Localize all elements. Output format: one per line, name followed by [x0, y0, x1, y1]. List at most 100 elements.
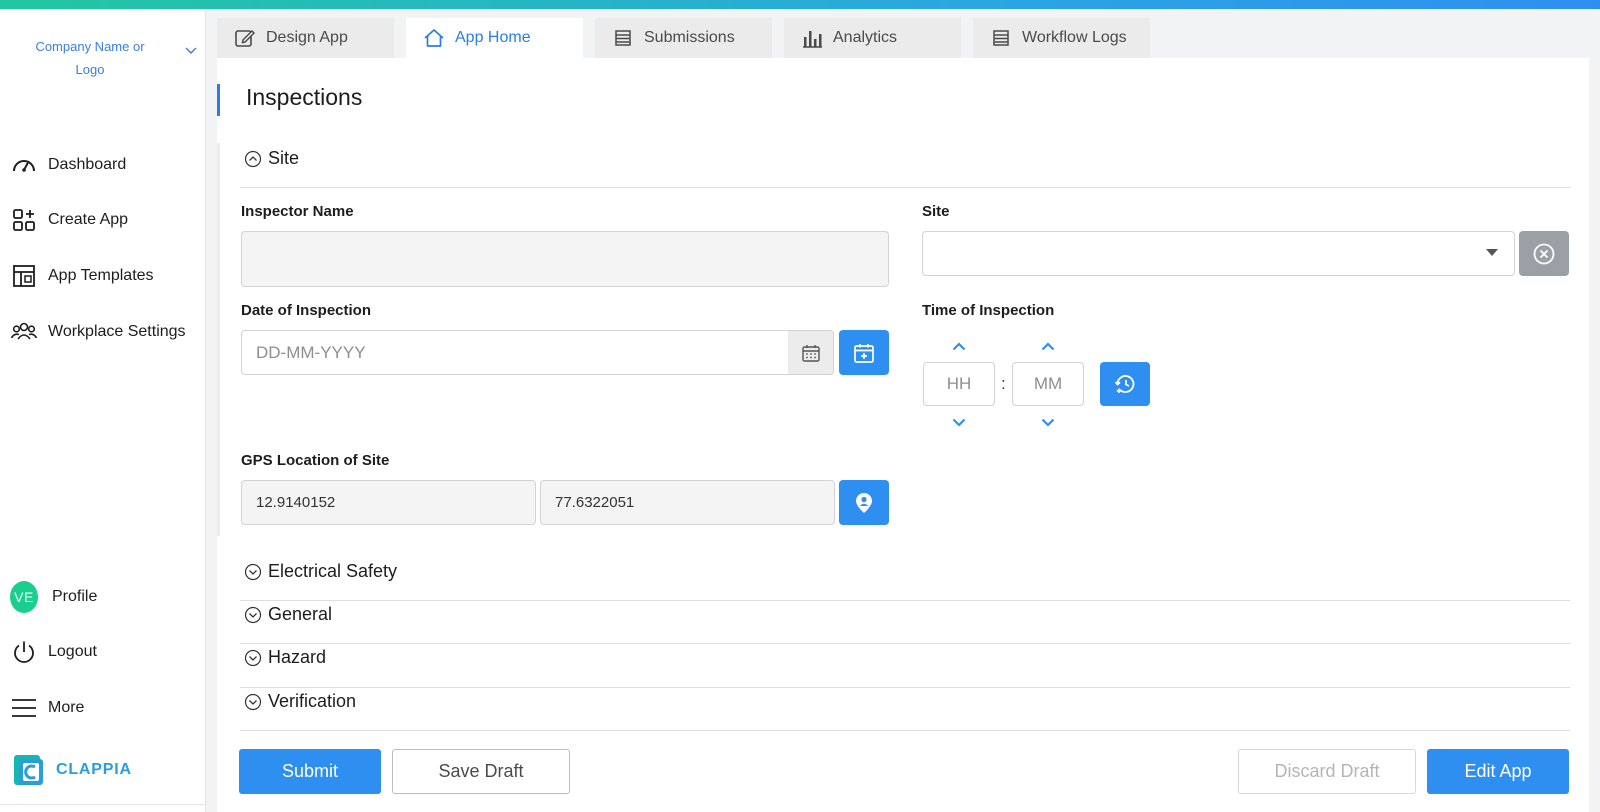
sidebar-divider [0, 804, 206, 805]
sidebar-item-label: Dashboard [48, 156, 127, 173]
tab-workflow-logs[interactable]: Workflow Logs [973, 18, 1150, 58]
calendar-icon [801, 344, 820, 362]
chevron-up-icon [1041, 341, 1055, 350]
chevron-down-icon [1041, 418, 1055, 427]
location-pin-icon [856, 492, 872, 513]
section-title: General [268, 604, 333, 624]
template-layout-icon [10, 262, 38, 290]
gps-label: GPS Location of Site [241, 452, 390, 469]
create-app-grid-icon [10, 206, 38, 234]
page-title: Inspections [246, 84, 363, 110]
edit-app-button[interactable]: Edit App [1427, 749, 1569, 794]
users-group-icon [10, 318, 38, 346]
hour-increment[interactable] [949, 338, 969, 354]
sidebar-item-workplace-settings[interactable]: Workplace Settings [0, 312, 206, 352]
tab-label: App Home [455, 29, 531, 46]
submit-button[interactable]: Submit [239, 749, 381, 794]
sidebar-item-profile[interactable]: VE Profile [0, 577, 206, 617]
tab-label: Submissions [644, 29, 735, 46]
sidebar-item-label: Profile [52, 588, 98, 605]
section-divider [240, 600, 1570, 601]
dashboard-gauge-icon [10, 151, 38, 179]
home-icon [423, 27, 445, 49]
time-separator: : [1001, 374, 1006, 393]
section-electrical-safety-header[interactable]: Electrical Safety [244, 561, 397, 582]
section-divider [240, 730, 1570, 731]
locate-gps-button[interactable] [839, 480, 889, 525]
minute-decrement[interactable] [1038, 414, 1058, 430]
gps-longitude-input[interactable]: 77.6322051 [540, 480, 835, 525]
sidebar-item-dashboard[interactable]: Dashboard [0, 145, 206, 185]
tab-design-app[interactable]: Design App [217, 18, 394, 58]
sidebar-item-create-app[interactable]: Create App [0, 200, 206, 240]
sidebar-item-logout[interactable]: Logout [0, 632, 206, 672]
company-name-logo[interactable]: Company Name or Logo [20, 35, 160, 81]
sidebar-item-app-templates[interactable]: App Templates [0, 256, 206, 296]
section-divider [240, 687, 1570, 688]
minute-increment[interactable] [1038, 338, 1058, 354]
current-time-button[interactable] [1100, 362, 1150, 406]
power-icon [10, 638, 38, 666]
section-verification-header[interactable]: Verification [244, 691, 356, 712]
date-label: Date of Inspection [241, 302, 372, 319]
time-label: Time of Inspection [922, 302, 1055, 319]
top-gradient-bar [0, 0, 1600, 9]
hour-placeholder: HH [946, 374, 972, 393]
section-title: Electrical Safety [268, 561, 398, 581]
hour-decrement[interactable] [949, 414, 969, 430]
sidebar-item-label: Workplace Settings [48, 323, 186, 340]
chevron-down-circle-icon [244, 563, 262, 580]
list-icon [990, 27, 1012, 49]
hamburger-menu-icon [10, 694, 38, 722]
date-placeholder: DD-MM-YYYY [256, 342, 366, 362]
chevron-down-icon [952, 418, 966, 427]
minute-placeholder: MM [1033, 374, 1063, 393]
brand-logo[interactable]: CLAPPIA [12, 753, 132, 787]
close-circle-icon [1533, 243, 1555, 264]
chevron-down-icon[interactable] [184, 43, 198, 57]
section-title: Site [268, 148, 300, 168]
section-general-header[interactable]: General [244, 604, 332, 625]
clappia-logo-icon [14, 755, 43, 785]
list-icon [612, 27, 634, 49]
today-date-button[interactable] [839, 330, 889, 375]
sidebar-item-label: More [48, 699, 85, 716]
site-select[interactable] [922, 231, 1515, 276]
gps-latitude-value: 12.9140152 [256, 494, 336, 511]
hour-input[interactable]: HH [923, 362, 995, 406]
clear-site-button[interactable] [1519, 231, 1569, 276]
tab-label: Design App [266, 29, 348, 46]
save-draft-button[interactable]: Save Draft [392, 749, 570, 794]
minute-input[interactable]: MM [1012, 362, 1084, 406]
discard-draft-button[interactable]: Discard Draft [1238, 749, 1416, 794]
calendar-addon[interactable] [788, 330, 834, 375]
title-accent-bar [217, 84, 220, 116]
section-hazard-header[interactable]: Hazard [244, 647, 326, 668]
tab-analytics[interactable]: Analytics [784, 18, 961, 58]
chevron-up-circle-icon [244, 150, 262, 167]
avatar: VE [10, 581, 38, 613]
sidebar-item-label: App Templates [48, 267, 154, 284]
site-label: Site [922, 203, 950, 220]
section-divider [240, 643, 1570, 644]
chevron-down-circle-icon [244, 693, 262, 710]
tab-label: Workflow Logs [1022, 29, 1127, 46]
section-title: Hazard [268, 647, 327, 667]
date-input[interactable]: DD-MM-YYYY [241, 330, 789, 375]
edit-icon [234, 27, 256, 49]
gps-latitude-input[interactable]: 12.9140152 [241, 480, 536, 525]
section-site-header[interactable]: Site [244, 148, 299, 169]
chevron-down-circle-icon [244, 606, 262, 623]
inspector-name-label: Inspector Name [241, 203, 354, 220]
sidebar-item-more[interactable]: More [0, 688, 206, 728]
inspector-name-input[interactable] [241, 231, 889, 287]
tab-app-home[interactable]: App Home [406, 18, 583, 58]
tab-submissions[interactable]: Submissions [595, 18, 772, 58]
brand-name: CLAPPIA [56, 761, 132, 778]
sidebar-item-label: Create App [48, 211, 129, 228]
calendar-add-icon [854, 343, 874, 363]
chevron-down-circle-icon [244, 649, 262, 666]
chevron-up-icon [952, 341, 966, 350]
main-content [217, 58, 1589, 812]
tab-label: Analytics [833, 29, 898, 46]
